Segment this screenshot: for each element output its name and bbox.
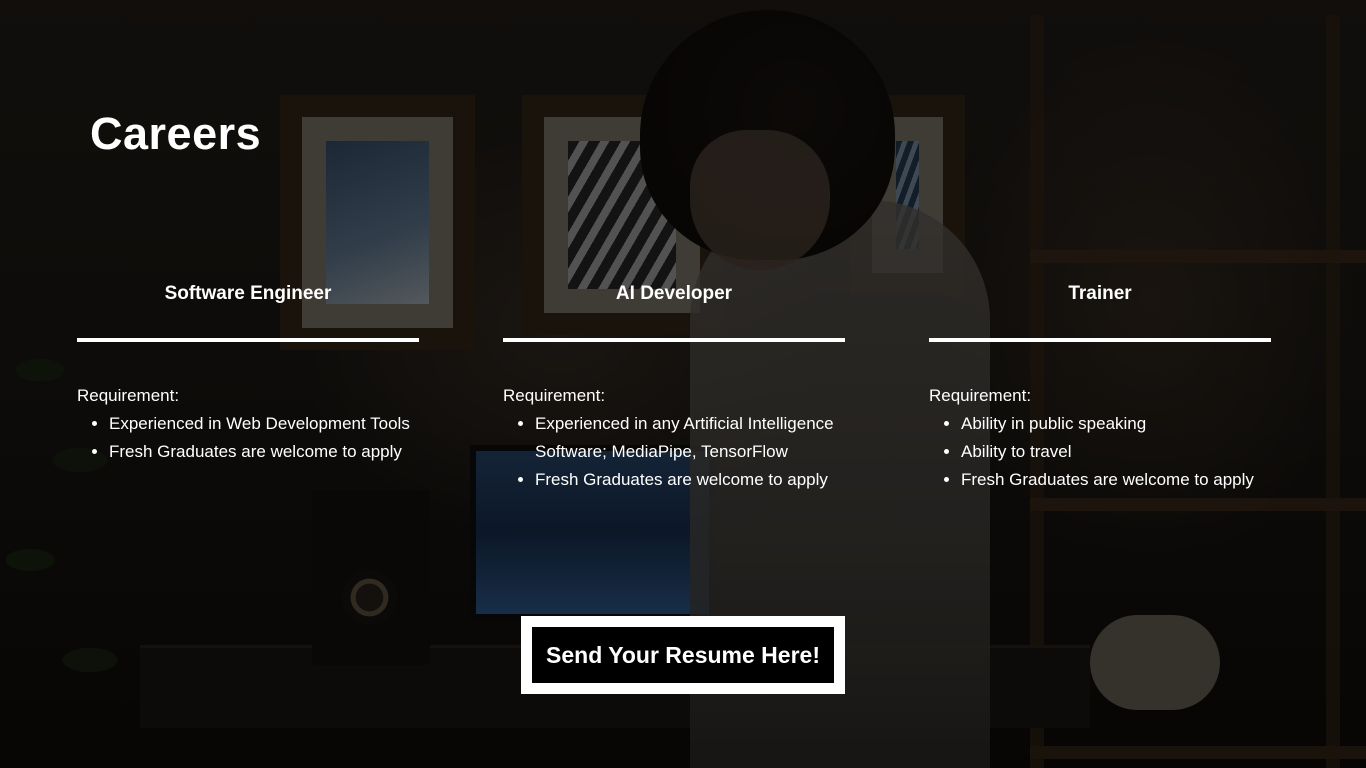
job-divider [503, 338, 845, 342]
careers-page: Careers Software Engineer Requirement: E… [0, 0, 1366, 768]
job-title: AI Developer [615, 283, 733, 304]
requirement-label: Requirement: [77, 386, 180, 405]
requirement-item: Fresh Graduates are welcome to apply [961, 466, 1271, 494]
requirement-list: Experienced in any Artificial Intelligen… [503, 410, 845, 494]
requirement-item: Experienced in any Artificial Intelligen… [535, 410, 845, 466]
requirement-list: Ability in public speaking Ability to tr… [929, 410, 1271, 494]
send-resume-button[interactable]: Send Your Resume Here! [521, 616, 845, 694]
send-resume-label: Send Your Resume Here! [532, 627, 834, 683]
job-title: Trainer [1068, 283, 1132, 304]
job-title: Software Engineer [164, 283, 332, 304]
requirement-item: Fresh Graduates are welcome to apply [109, 438, 419, 466]
job-divider [929, 338, 1271, 342]
job-card-trainer: Trainer Requirement: Ability in public s… [929, 280, 1271, 494]
requirement-list: Experienced in Web Development Tools Fre… [77, 410, 419, 466]
requirement-item: Fresh Graduates are welcome to apply [535, 466, 845, 494]
job-card-ai-developer: AI Developer Requirement: Experienced in… [503, 280, 845, 494]
requirement-label: Requirement: [929, 386, 1032, 405]
job-card-software-engineer: Software Engineer Requirement: Experienc… [77, 280, 419, 466]
job-divider [77, 338, 419, 342]
requirement-item: Ability in public speaking [961, 410, 1271, 438]
requirement-label: Requirement: [503, 386, 606, 405]
page-title: Careers [90, 108, 262, 159]
requirement-item: Experienced in Web Development Tools [109, 410, 419, 438]
requirement-item: Ability to travel [961, 438, 1271, 466]
